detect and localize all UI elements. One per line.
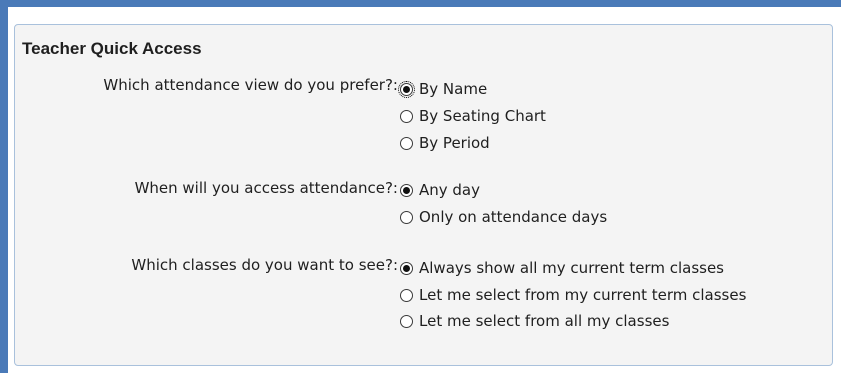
radio-option-select-current-term-classes[interactable]: Let me select from my current term class… (400, 284, 746, 306)
radio-option-any-day[interactable]: Any day (400, 179, 480, 201)
radio-button-icon[interactable] (400, 136, 413, 150)
radio-option-label: By Name (419, 80, 488, 98)
radio-option-by-period[interactable]: By Period (400, 132, 490, 154)
radio-option-only-attendance-days[interactable]: Only on attendance days (400, 206, 607, 228)
classes-to-see-question-label: Which classes do you want to see?: (131, 256, 398, 274)
radio-option-by-name[interactable]: By Name (398, 78, 488, 100)
left-accent-border (0, 0, 8, 373)
radio-button-icon[interactable] (398, 80, 415, 98)
radio-button-icon[interactable] (400, 109, 413, 123)
radio-option-label: Any day (419, 181, 481, 199)
radio-option-label: Let me select from my current term class… (419, 286, 747, 304)
radio-option-label: By Period (419, 134, 490, 152)
panel-title: Teacher Quick Access (22, 39, 202, 58)
page-frame: Teacher Quick Access Which attendance vi… (0, 0, 841, 373)
radio-button-icon[interactable] (400, 183, 413, 197)
access-attendance-question-label: When will you access attendance?: (134, 179, 398, 197)
attendance-view-question-label: Which attendance view do you prefer?: (103, 76, 398, 94)
radio-option-label: Let me select from all my classes (419, 312, 670, 330)
radio-button-icon[interactable] (400, 261, 413, 275)
radio-option-all-current-term-classes[interactable]: Always show all my current term classes (400, 257, 724, 279)
radio-option-select-all-classes[interactable]: Let me select from all my classes (400, 310, 669, 332)
radio-option-label: Only on attendance days (419, 208, 608, 226)
radio-option-label: Always show all my current term classes (419, 259, 724, 277)
radio-button-icon[interactable] (400, 288, 413, 302)
radio-option-label: By Seating Chart (419, 107, 546, 125)
top-accent-border (0, 0, 841, 7)
radio-option-by-seating-chart[interactable]: By Seating Chart (400, 105, 546, 127)
radio-button-icon[interactable] (400, 314, 413, 328)
radio-button-icon[interactable] (400, 210, 413, 224)
